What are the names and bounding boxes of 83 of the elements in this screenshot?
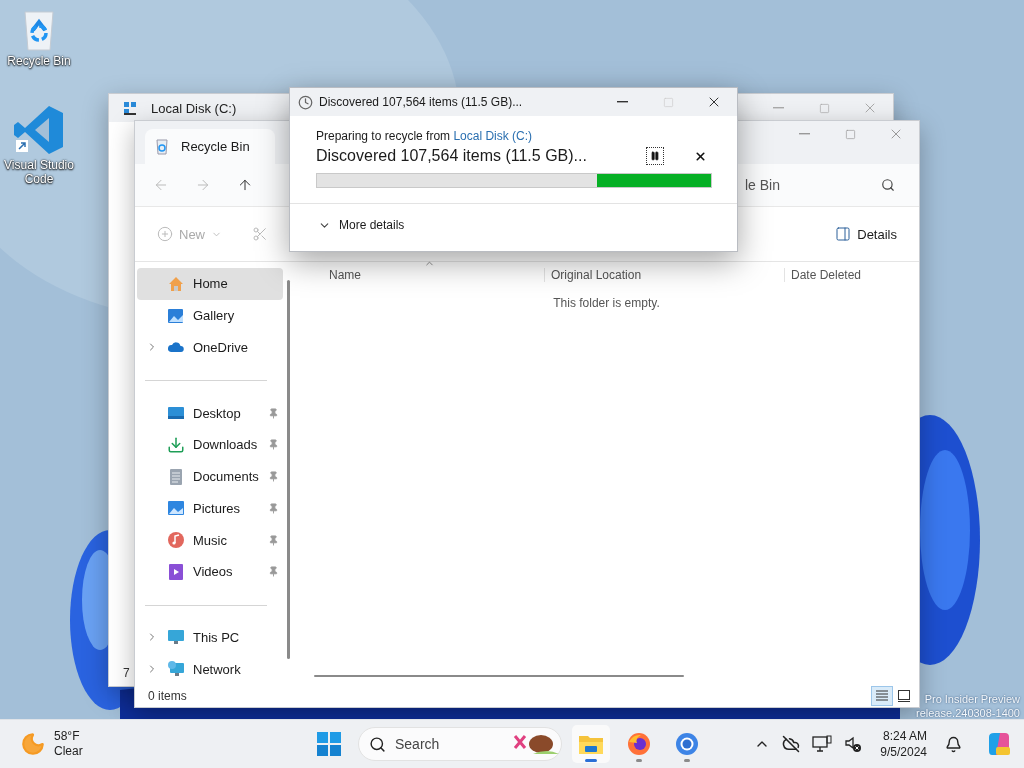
home-icon [167, 274, 185, 293]
more-details-button[interactable]: More details [318, 218, 737, 232]
source-text: Preparing to recycle from Local Disk (C:) [316, 129, 534, 143]
status-text: 0 items [148, 689, 187, 703]
forward-icon[interactable] [195, 177, 211, 193]
column-header[interactable]: Original Location [544, 268, 784, 282]
taskbar-app-button[interactable] [572, 725, 610, 763]
search-icon[interactable] [881, 178, 895, 192]
pin-icon [268, 407, 279, 419]
maximize-icon [844, 128, 856, 140]
minimize-icon [772, 107, 784, 109]
watermark-text: Pro Insider Preview [924, 692, 1020, 706]
document-icon [167, 467, 185, 486]
network-icon [167, 660, 185, 679]
recycle-bin-icon [155, 138, 169, 155]
tab[interactable]: Recycle Bin [145, 129, 275, 164]
tiles-icon [897, 690, 911, 702]
panel-icon [835, 226, 852, 242]
cancel-button[interactable] [694, 149, 707, 163]
video-icon [167, 562, 185, 581]
details-button[interactable]: Details [831, 222, 901, 246]
drive-icon [123, 101, 137, 115]
cloud-off-icon[interactable] [782, 735, 801, 753]
sidebar-item[interactable]: Videos [137, 555, 283, 588]
column-header[interactable]: Name [294, 268, 544, 282]
browser-icon [675, 732, 699, 756]
code-editor-icon[interactable] [13, 104, 65, 156]
dialog-title: Discovered 107,564 items (11.5 GB)... [319, 95, 523, 109]
progress-status: Discovered 107,564 items (11.5 GB)... [316, 147, 588, 165]
column-header[interactable]: Date Deleted [784, 268, 914, 282]
sidebar-item[interactable]: Pictures [137, 492, 283, 525]
gallery-icon [167, 306, 185, 325]
watermark-text: release.240308-1400 [916, 706, 1020, 720]
sidebar-item[interactable]: Network [137, 653, 283, 686]
sidebar-item[interactable]: Downloads [137, 428, 283, 461]
plus-icon [157, 226, 173, 242]
pause-button[interactable] [646, 147, 664, 165]
sidebar-item[interactable]: Music [137, 524, 283, 556]
desktop-icon-label: Visual Studio Code [4, 158, 74, 186]
pin-icon [268, 471, 279, 483]
back-icon[interactable] [153, 177, 169, 193]
pin-icon [268, 502, 279, 514]
sidebar-item[interactable]: Gallery [137, 299, 283, 332]
desktop-icon-label: Recycle Bin [6, 54, 72, 68]
browser-icon [627, 732, 651, 756]
assistant-icon[interactable] [986, 731, 1012, 757]
search-icon [369, 735, 386, 753]
weather-condition[interactable]: Clear [54, 744, 83, 759]
clock-icon [298, 94, 313, 110]
sidebar-item[interactable]: Home [137, 268, 283, 300]
minimize-icon [616, 101, 628, 103]
source-link[interactable]: Local Disk (C:) [453, 129, 533, 143]
monitor-icon [167, 628, 185, 647]
network-icon[interactable] [812, 735, 833, 753]
maximize-icon [818, 102, 830, 114]
minimize-icon [798, 133, 810, 135]
maximize-icon [662, 96, 674, 108]
sidebar-item[interactable]: This PC [137, 621, 283, 654]
sidebar-item[interactable]: Desktop [137, 397, 283, 429]
search-field[interactable]: Search [358, 727, 562, 761]
folder-icon [578, 733, 604, 755]
close-icon [694, 149, 707, 163]
cut-icon[interactable] [252, 226, 268, 242]
pictures-icon [167, 499, 185, 518]
bell-icon[interactable] [945, 735, 962, 753]
weather-temperature[interactable]: 58°F [54, 729, 83, 744]
status-text: 7 [123, 666, 130, 680]
window-title: Local Disk (C:) [151, 100, 237, 116]
sidebar-item[interactable]: Documents [137, 460, 283, 493]
music-icon [167, 531, 185, 549]
clock[interactable]: 8:24 AM 9/5/2024 [880, 728, 927, 760]
pin-icon [268, 439, 279, 451]
speaker-muted-icon[interactable] [844, 735, 863, 753]
windows-icon [317, 732, 341, 756]
pause-icon [650, 151, 660, 161]
sidebar-item[interactable]: OneDrive [137, 331, 283, 364]
download-icon [167, 435, 185, 454]
empty-message: This folder is empty. [553, 296, 660, 310]
moon-icon[interactable] [20, 731, 46, 757]
pin-icon [268, 566, 279, 578]
list-icon [875, 690, 889, 702]
up-icon[interactable] [237, 177, 253, 193]
pin-icon [268, 534, 279, 546]
